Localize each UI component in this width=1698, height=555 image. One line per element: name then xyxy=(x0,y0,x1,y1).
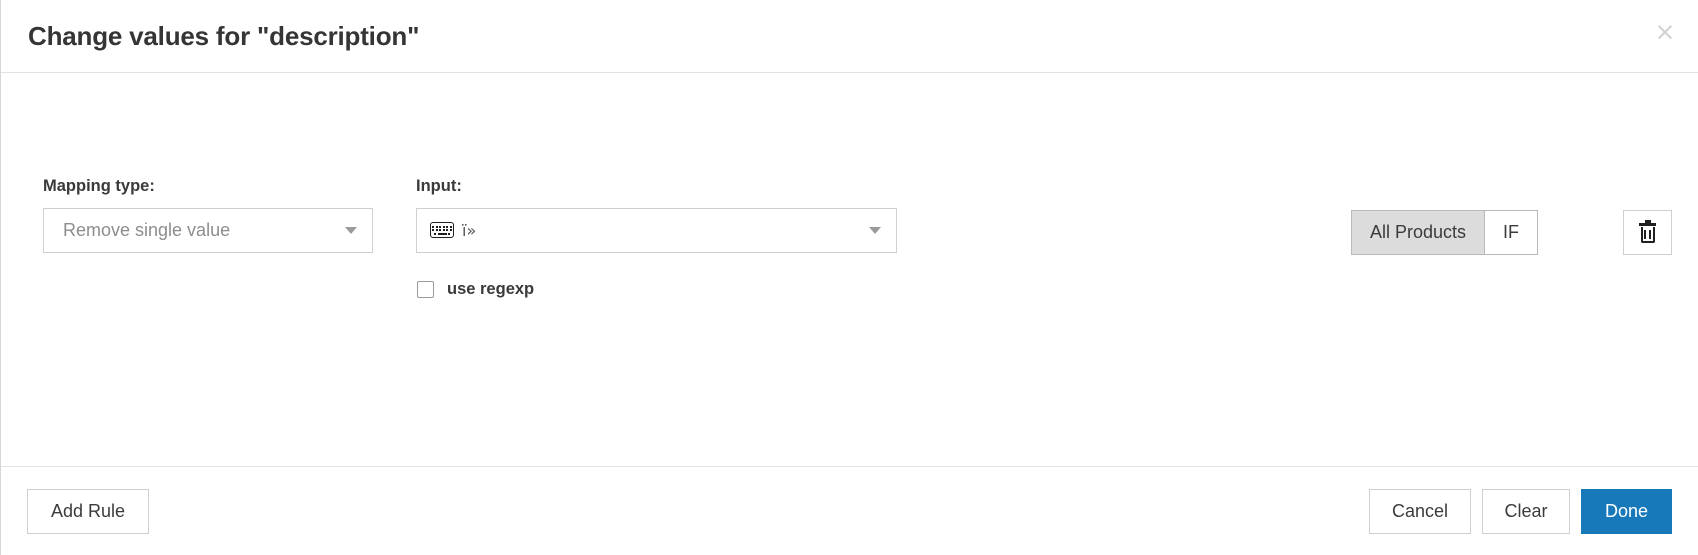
mapping-type-group: Mapping type: Remove single value xyxy=(43,178,373,253)
mapping-type-select[interactable]: Remove single value xyxy=(43,207,373,253)
cancel-button[interactable]: Cancel xyxy=(1369,488,1471,534)
input-value: ï» xyxy=(462,220,477,240)
input-group: Input: ï» use regexp xyxy=(416,178,897,299)
rule-row: Mapping type: Remove single value Input: xyxy=(1,178,1698,299)
mapping-type-label: Mapping type: xyxy=(43,177,155,195)
dialog-title: Change values for "description" xyxy=(28,20,420,51)
done-button[interactable]: Done xyxy=(1581,488,1672,534)
delete-rule-button[interactable] xyxy=(1623,210,1672,255)
chevron-down-icon xyxy=(869,227,881,234)
clear-button[interactable]: Clear xyxy=(1482,488,1570,534)
trash-icon xyxy=(1639,219,1656,243)
use-regexp-checkbox[interactable] xyxy=(417,280,434,298)
chevron-down-icon xyxy=(345,227,357,234)
scope-all-products-button[interactable]: All Products xyxy=(1351,211,1485,254)
change-values-dialog: Change values for "description" × Mappin… xyxy=(0,0,1698,555)
dialog-header: Change values for "description" × xyxy=(1,0,1698,73)
close-icon[interactable]: × xyxy=(1650,16,1680,46)
rule-actions: All Products IF xyxy=(1350,210,1672,255)
dialog-footer: Add Rule Cancel Clear Done xyxy=(1,467,1698,555)
scope-segmented-control: All Products IF xyxy=(1350,210,1538,255)
footer-actions: Cancel Clear Done xyxy=(1369,488,1672,534)
mapping-type-value: Remove single value xyxy=(63,219,231,240)
dialog-body: Mapping type: Remove single value Input: xyxy=(1,73,1698,467)
use-regexp-label: use regexp xyxy=(447,279,535,298)
keyboard-icon xyxy=(430,222,454,238)
add-rule-button[interactable]: Add Rule xyxy=(27,488,149,534)
scope-if-button[interactable]: IF xyxy=(1485,211,1537,254)
input-select[interactable]: ï» xyxy=(416,207,897,253)
input-label: Input: xyxy=(416,177,462,195)
use-regexp-row: use regexp xyxy=(417,280,897,299)
